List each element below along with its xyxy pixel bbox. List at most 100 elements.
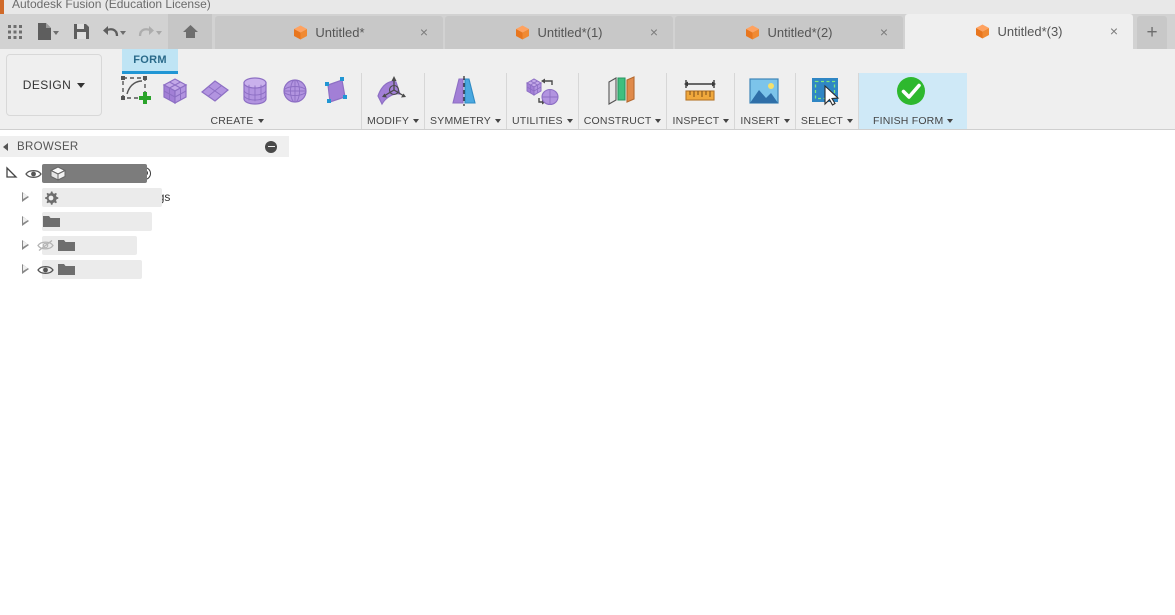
apps-grid-icon[interactable]	[0, 14, 30, 49]
tab-list: Untitled* × Untitled*(1) × Untitled*(2) …	[215, 14, 1167, 49]
ribbon-panel-symmetry: SYMMETRY	[424, 73, 506, 129]
model-cube-icon	[293, 25, 308, 40]
modify-icons	[374, 73, 412, 113]
chevron-down-icon	[566, 118, 573, 123]
modify-panel-title[interactable]: MODIFY	[367, 113, 420, 128]
workspace-label: DESIGN	[22, 78, 72, 92]
origin-point	[625, 266, 640, 281]
chevron-down-icon	[783, 118, 790, 123]
insert-image-icon[interactable]	[746, 74, 784, 112]
chevron-down-icon	[846, 118, 853, 123]
expand-triangle-icon[interactable]	[22, 216, 29, 226]
expand-triangle-icon[interactable]	[22, 192, 29, 202]
document-tab-1[interactable]: Untitled*(1) ×	[445, 16, 673, 49]
utilities-convert-icon[interactable]	[523, 74, 561, 112]
browser-node-origin[interactable]: Origin	[0, 233, 289, 257]
create-quadball-icon[interactable]	[318, 74, 356, 112]
model-cube-icon	[745, 25, 760, 40]
construct-plane-icon[interactable]	[604, 74, 642, 112]
new-tab-button[interactable]: +	[1137, 16, 1167, 49]
create-plane-icon[interactable]	[198, 74, 236, 112]
tab-close-icon[interactable]: ×	[877, 25, 891, 40]
redo-icon[interactable]	[132, 14, 168, 49]
ribbon-tab-form[interactable]: FORM	[122, 49, 178, 71]
chevron-down-icon	[947, 118, 954, 123]
finish-form-icons	[894, 73, 932, 113]
browser-node-document-settings[interactable]: Document Settings	[0, 185, 289, 209]
document-tab-label: Untitled*(1)	[537, 25, 603, 40]
chevron-down-icon	[723, 118, 730, 123]
browser-node-unsaved[interactable]: (Unsaved)	[0, 161, 289, 185]
symmetry-mirror-icon[interactable]	[446, 74, 484, 112]
undo-icon[interactable]	[96, 14, 132, 49]
inspect-icons	[682, 73, 720, 113]
symmetry-panel-title[interactable]: SYMMETRY	[430, 113, 501, 128]
create-form-icon[interactable]	[118, 74, 156, 112]
chevron-down-icon	[257, 118, 264, 123]
insert-panel-title[interactable]: INSERT	[740, 113, 790, 128]
visibility-eye-icon[interactable]	[37, 263, 54, 275]
workspace-switcher[interactable]: DESIGN	[6, 54, 102, 116]
expand-triangle-icon[interactable]	[22, 264, 29, 274]
ribbon-panel-finish-form: FINISH FORM	[857, 73, 968, 129]
browser-tree: (Unsaved) Document Settings	[0, 161, 289, 281]
create-sphere-icon[interactable]	[278, 74, 316, 112]
ribbon-panel-modify: MODIFY	[361, 73, 424, 129]
tab-close-icon[interactable]: ×	[647, 25, 661, 40]
create-box-icon[interactable]	[158, 74, 196, 112]
select-cursor-icon[interactable]	[808, 74, 846, 112]
select-icons	[808, 73, 846, 113]
new-file-icon[interactable]	[30, 14, 66, 49]
create-panel-title[interactable]: CREATE	[210, 113, 264, 128]
quick-access-toolbar	[0, 14, 212, 49]
utilities-icons	[523, 73, 561, 113]
document-tab-0[interactable]: Untitled* ×	[215, 16, 443, 49]
construct-panel-title[interactable]: CONSTRUCT	[584, 113, 662, 128]
chevron-down-icon	[77, 82, 86, 88]
ribbon-toolbar: DESIGN FORM CREATE MODIFY SYMMETRY UTILI…	[0, 49, 1175, 130]
modify-edit-form-icon[interactable]	[374, 74, 412, 112]
finish-form-check-icon[interactable]	[894, 74, 932, 112]
create-cylinder-icon[interactable]	[238, 74, 276, 112]
expand-triangle-icon[interactable]	[22, 240, 29, 250]
chevron-down-icon	[655, 118, 662, 123]
window-title: Autodesk Fusion (Education License)	[12, 0, 211, 11]
document-tab-label: Untitled*(3)	[997, 24, 1063, 39]
model-cube-icon	[515, 25, 530, 40]
ribbon-panel-utilities: UTILITIES	[505, 73, 578, 129]
tab-close-icon[interactable]: ×	[1107, 24, 1121, 39]
folder-icon	[43, 214, 61, 228]
finish-form-panel-title[interactable]: FINISH FORM	[873, 113, 954, 128]
ribbon-panel-insert: INSERT	[734, 73, 795, 129]
construct-icons	[604, 73, 642, 113]
inspect-measure-icon[interactable]	[682, 74, 720, 112]
insert-icons	[746, 73, 784, 113]
visibility-eye-off-icon[interactable]	[37, 239, 54, 252]
utilities-panel-title[interactable]: UTILITIES	[512, 113, 573, 128]
collapse-left-icon[interactable]	[3, 142, 8, 151]
expand-triangle-icon[interactable]	[5, 166, 19, 180]
app-accent-stripe	[0, 0, 4, 14]
chevron-down-icon	[494, 118, 501, 123]
document-tab-3[interactable]: Untitled*(3) ×	[905, 14, 1133, 49]
chevron-down-icon	[413, 118, 420, 123]
select-panel-title[interactable]: SELECT	[801, 113, 853, 128]
save-icon[interactable]	[66, 14, 96, 49]
tab-close-icon[interactable]: ×	[417, 25, 431, 40]
visibility-eye-icon[interactable]	[25, 167, 42, 179]
ribbon-panels: CREATE MODIFY SYMMETRY UTILITIES CONSTRU…	[113, 73, 968, 129]
browser-minimize-icon[interactable]	[265, 140, 277, 153]
ribbon-panel-inspect: INSPECT	[666, 73, 734, 129]
title-bar: Autodesk Fusion (Education License)	[0, 0, 1175, 14]
create-icons	[118, 73, 356, 113]
row-highlight	[42, 259, 142, 279]
browser-node-bodies[interactable]: Bodies	[0, 257, 289, 281]
home-icon[interactable]	[168, 14, 212, 49]
inspect-panel-title[interactable]: INSPECT	[672, 113, 730, 128]
document-tab-label: Untitled*	[315, 25, 365, 40]
browser-node-named-views[interactable]: Named Views	[0, 209, 289, 233]
browser-header: BROWSER	[0, 136, 289, 157]
ribbon-panel-select: SELECT	[794, 73, 858, 129]
document-tab-2[interactable]: Untitled*(2) ×	[675, 16, 903, 49]
gear-icon	[43, 190, 61, 205]
